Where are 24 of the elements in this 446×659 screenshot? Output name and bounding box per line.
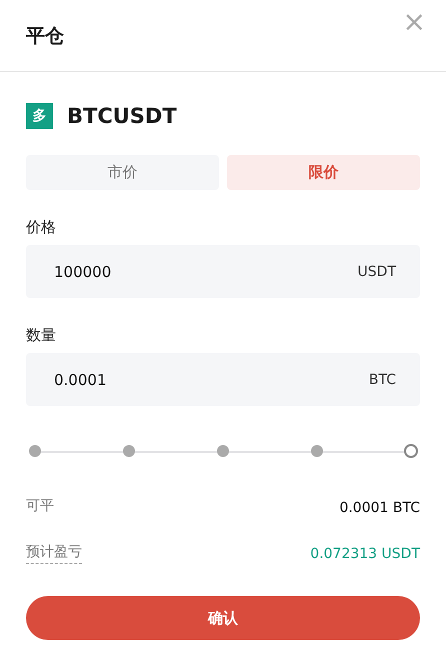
- summary-label: 预计盈亏: [26, 543, 82, 564]
- unit-label: BTC: [368, 372, 396, 388]
- step-dot: [123, 445, 135, 457]
- dialog-title: 平仓: [26, 24, 64, 48]
- input-field[interactable]: 0.0001 BTC: [26, 353, 420, 406]
- order-type-tab[interactable]: 市价: [26, 155, 219, 190]
- close-button[interactable]: ×: [402, 8, 426, 36]
- summary-value: 0.0001 BTC: [339, 500, 420, 516]
- long-badge: 多: [26, 103, 53, 129]
- confirm-button[interactable]: 确认: [26, 596, 420, 640]
- summary-value: 0.072313 USDT: [310, 546, 420, 562]
- step-dot: [217, 445, 229, 457]
- unit-label: USDT: [358, 264, 396, 280]
- field-value: 0.0001: [54, 370, 108, 388]
- input-field[interactable]: 100000 USDT: [26, 245, 420, 298]
- field-label: 数量: [26, 326, 57, 345]
- symbol-label: BTCUSDT: [67, 104, 177, 128]
- step-dot: [29, 445, 41, 457]
- order-type-tab[interactable]: 限价: [227, 155, 420, 190]
- summary-label: 可平: [26, 497, 54, 516]
- slider-thumb[interactable]: [404, 444, 418, 458]
- field-value: 100000: [54, 262, 112, 280]
- step-dot: [311, 445, 323, 457]
- field-label: 价格: [26, 218, 57, 237]
